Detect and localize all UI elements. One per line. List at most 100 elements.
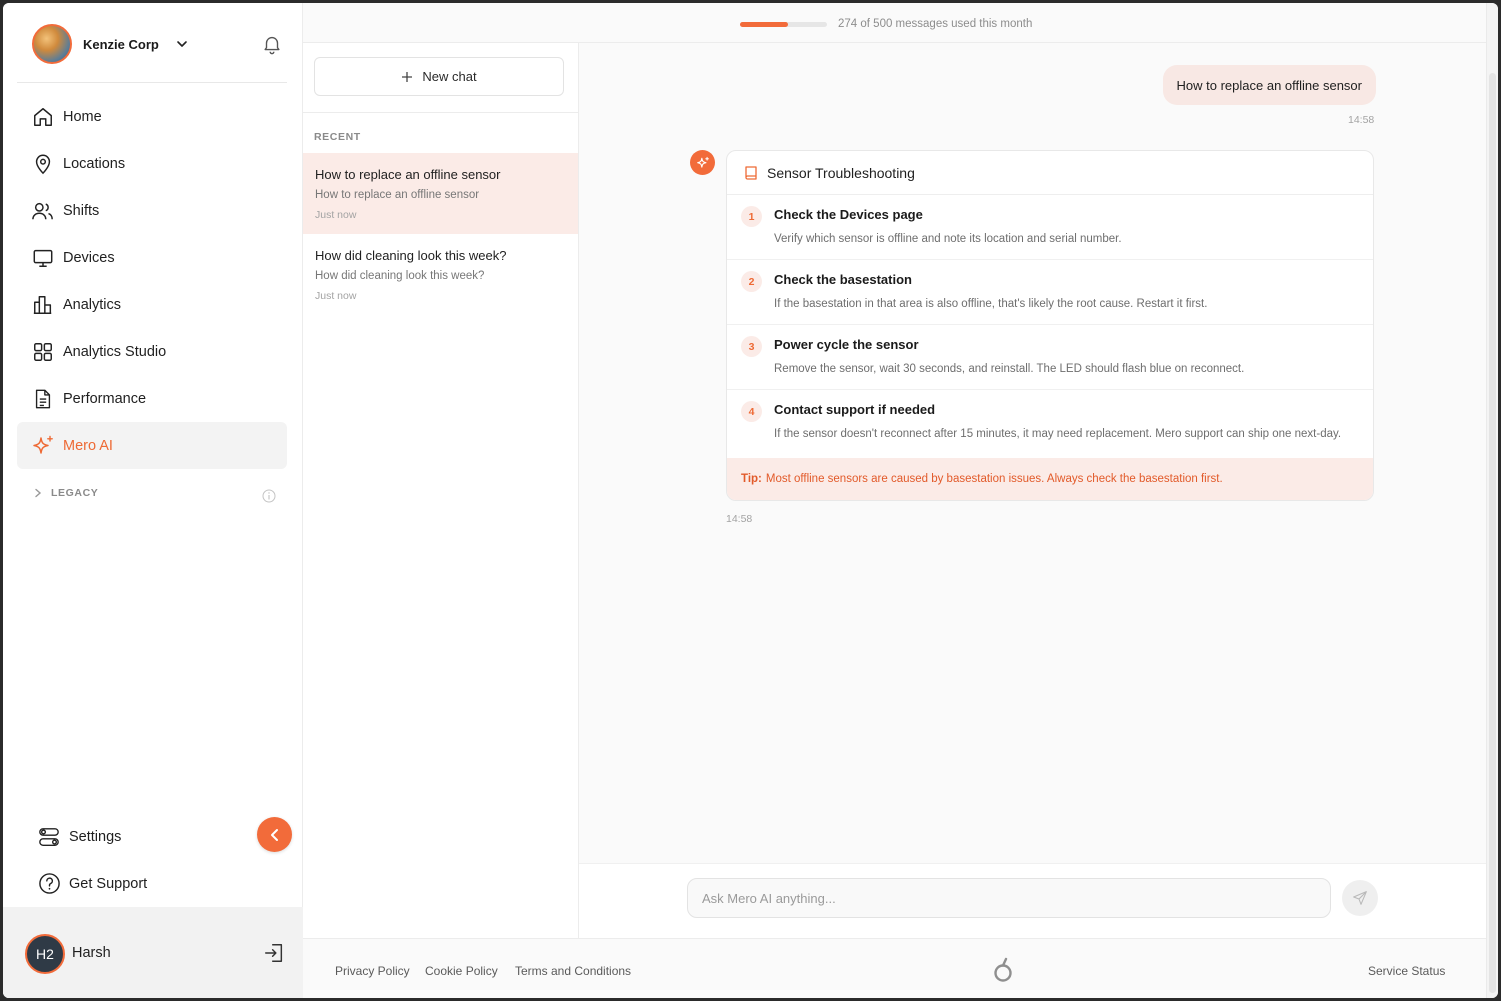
nav-item-home[interactable]: Home <box>17 93 287 140</box>
nav-item-get-support[interactable]: Get Support <box>23 860 283 907</box>
nav-item-locations[interactable]: Locations <box>17 140 287 187</box>
chat-title: How did cleaning look this week? <box>315 248 507 263</box>
bell-icon[interactable] <box>261 33 283 55</box>
mero-logo-icon <box>994 957 1012 982</box>
nav-label: Shifts <box>63 202 100 219</box>
document-icon <box>31 387 55 411</box>
chevron-right-icon <box>35 488 42 498</box>
new-chat-button[interactable]: New chat <box>314 57 564 96</box>
help-circle-icon <box>37 872 61 896</box>
usage-text: 274 of 500 messages used this month <box>838 18 1033 30</box>
nav-item-analytics-studio[interactable]: Analytics Studio <box>17 328 287 375</box>
legacy-label: LEGACY <box>51 487 99 499</box>
card-title: Sensor Troubleshooting <box>767 164 915 181</box>
scrollbar-thumb[interactable] <box>1489 73 1496 993</box>
sparkle-icon <box>696 156 709 168</box>
troubleshooting-step: 4 Contact support if needed If the senso… <box>727 390 1373 454</box>
card-header: Sensor Troubleshooting <box>727 151 1373 195</box>
nav-item-shifts[interactable]: Shifts <box>17 187 287 234</box>
new-chat-area: New chat <box>303 43 578 113</box>
step-title: Power cycle the sensor <box>774 337 919 352</box>
collapse-sidebar-button[interactable] <box>257 817 292 852</box>
grid-icon <box>31 340 55 364</box>
legacy-section-toggle[interactable]: LEGACY <box>33 487 98 499</box>
plus-icon <box>402 71 413 82</box>
privacy-policy-link[interactable]: Privacy Policy <box>335 964 410 978</box>
usage-indicator: 274 of 500 messages used this month <box>303 3 1486 43</box>
nav-label: Home <box>63 108 102 125</box>
chat-preview: How did cleaning look this week? <box>315 270 485 282</box>
user-name: Harsh <box>72 945 111 961</box>
ai-response-card: Sensor Troubleshooting 1 Check the Devic… <box>726 150 1374 501</box>
nav-label: Mero AI <box>63 437 113 454</box>
settings-sliders-icon <box>37 825 61 849</box>
message-input[interactable] <box>687 878 1331 918</box>
terms-link[interactable]: Terms and Conditions <box>515 964 631 978</box>
org-name: Kenzie Corp <box>83 37 159 52</box>
org-switcher[interactable]: Kenzie Corp <box>17 23 287 83</box>
step-title: Contact support if needed <box>774 402 936 417</box>
recent-heading: RECENT <box>314 131 361 143</box>
chat-preview: How to replace an offline sensor <box>315 189 480 201</box>
main-nav: Home Locations Shifts Devices Analytics … <box>17 93 287 469</box>
bar-chart-icon <box>31 293 55 317</box>
home-icon <box>31 105 55 129</box>
service-status-link[interactable]: Service Status <box>1368 964 1445 978</box>
cookie-policy-link[interactable]: Cookie Policy <box>425 964 498 978</box>
nav-label: Performance <box>63 390 147 407</box>
logout-icon[interactable] <box>263 942 285 964</box>
nav-label: Analytics Studio <box>63 343 167 360</box>
step-description: Remove the sensor, wait 30 seconds, and … <box>774 363 1245 375</box>
nav-item-analytics[interactable]: Analytics <box>17 281 287 328</box>
chat-title: How to replace an offline sensor <box>315 167 501 182</box>
step-description: If the basestation in that area is also … <box>774 298 1208 310</box>
sparkle-icon <box>31 434 55 458</box>
send-button[interactable] <box>1342 880 1378 916</box>
new-chat-label: New chat <box>422 69 477 84</box>
scrollbar[interactable] <box>1486 3 1498 998</box>
org-avatar <box>32 24 72 64</box>
send-icon <box>1353 891 1367 905</box>
usage-progress-bar <box>740 22 827 27</box>
chat-history-panel: New chat RECENT How to replace an offlin… <box>303 43 579 938</box>
nav-item-devices[interactable]: Devices <box>17 234 287 281</box>
ai-avatar <box>690 150 715 175</box>
conversation-panel: How to replace an offline sensor 14:58 S… <box>579 43 1486 863</box>
step-number: 3 <box>741 336 762 357</box>
users-icon <box>31 199 55 223</box>
book-icon <box>745 165 757 180</box>
step-description: If the sensor doesn't reconnect after 15… <box>774 428 1342 440</box>
chat-list-item[interactable]: How did cleaning look this week? How did… <box>303 234 578 315</box>
step-title: Check the Devices page <box>774 207 923 222</box>
info-icon[interactable] <box>262 489 276 503</box>
tip-label: Tip: <box>741 473 762 485</box>
nav-item-settings[interactable]: Settings <box>23 813 283 860</box>
tip-text: Most offline sensors are caused by bases… <box>765 473 1223 485</box>
step-description: Verify which sensor is offline and note … <box>774 233 1122 245</box>
user-message-bubble: How to replace an offline sensor <box>1162 65 1376 105</box>
chat-date: Just now <box>315 290 357 302</box>
step-number: 4 <box>741 401 762 422</box>
user-profile: H2 Harsh <box>3 907 303 998</box>
nav-label: Devices <box>63 249 115 266</box>
message-timestamp: 14:58 <box>726 513 753 525</box>
monitor-icon <box>31 246 55 270</box>
sidebar: Kenzie Corp Home Locations Shifts Device… <box>3 3 303 998</box>
nav-item-mero-ai[interactable]: Mero AI <box>17 422 287 469</box>
step-number: 1 <box>741 206 762 227</box>
step-title: Check the basestation <box>774 272 912 287</box>
nav-label: Analytics <box>63 296 122 313</box>
avatar[interactable]: H2 <box>25 934 65 974</box>
app-window: Kenzie Corp Home Locations Shifts Device… <box>3 3 1498 998</box>
chat-date: Just now <box>315 209 357 221</box>
usage-progress-fill <box>740 22 788 27</box>
nav-label: Settings <box>69 828 122 845</box>
troubleshooting-step: 2 Check the basestation If the basestati… <box>727 260 1373 325</box>
chevron-down-icon[interactable] <box>175 37 189 51</box>
step-number: 2 <box>741 271 762 292</box>
troubleshooting-step: 3 Power cycle the sensor Remove the sens… <box>727 325 1373 390</box>
troubleshooting-step: 1 Check the Devices page Verify which se… <box>727 195 1373 260</box>
chat-list-item[interactable]: How to replace an offline sensor How to … <box>303 153 578 234</box>
nav-item-performance[interactable]: Performance <box>17 375 287 422</box>
nav-label: Get Support <box>69 875 148 892</box>
